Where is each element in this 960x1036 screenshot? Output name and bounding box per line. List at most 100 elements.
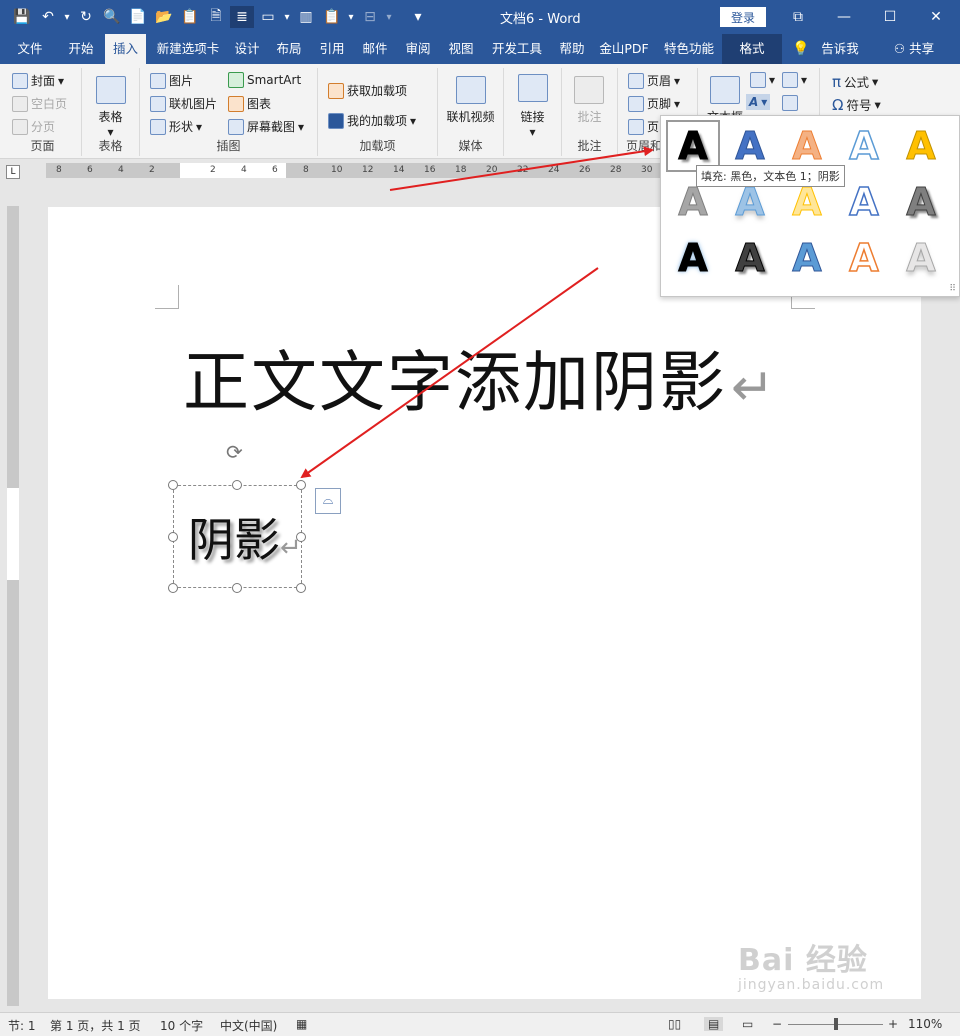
tab-file[interactable]: 文件 [6, 34, 54, 64]
textbox-text[interactable]: 阴影↵ [188, 504, 302, 570]
rotate-handle-icon[interactable]: ⟳ [226, 440, 243, 464]
wordart-style-option[interactable]: A [894, 120, 948, 172]
print-preview-icon[interactable]: 🔍 [100, 6, 124, 28]
ribbon-display-options-icon[interactable]: ⧉ [775, 0, 821, 34]
signature-line-button[interactable]: ▾ [782, 72, 807, 88]
macro-record-icon[interactable]: ▦ [296, 1017, 307, 1031]
wordart-textbox[interactable]: 阴影↵ [168, 480, 306, 593]
wordart-style-option[interactable]: A [666, 232, 720, 284]
tab-review[interactable]: 审阅 [399, 34, 437, 64]
redo-icon[interactable]: ↻ [74, 6, 98, 28]
share-button[interactable]: ⚇ 共享 [886, 34, 942, 64]
zoom-level[interactable]: 110% [908, 1017, 942, 1031]
resize-handle[interactable] [232, 583, 242, 593]
tab-new[interactable]: 新建选项卡 [150, 34, 226, 64]
columns-icon[interactable]: ▥ [294, 6, 318, 28]
save-icon[interactable]: 💾 [10, 6, 34, 28]
layout-options-icon[interactable]: ⌓ [315, 488, 341, 514]
read-mode-icon[interactable]: ≣ [230, 6, 254, 28]
word-count[interactable]: 10 个字 [160, 1017, 203, 1034]
tab-view[interactable]: 视图 [442, 34, 480, 64]
tab-wps-pdf[interactable]: 金山PDF [596, 34, 652, 64]
wordart-style-option[interactable]: A [894, 232, 948, 284]
link-button[interactable]: 链接 ▾ [504, 108, 561, 139]
wordart-style-option[interactable]: A [894, 176, 948, 228]
section-indicator[interactable]: 节: 1 [8, 1017, 36, 1034]
table-layout-dropdown-icon[interactable]: ▾ [384, 6, 394, 28]
tab-help[interactable]: 帮助 [553, 34, 591, 64]
table-layout-icon[interactable]: ⊟ [358, 6, 382, 28]
datetime-button[interactable] [782, 95, 798, 111]
page-indicator[interactable]: 第 1 页，共 1 页 [50, 1017, 141, 1034]
resize-handle[interactable] [296, 480, 306, 490]
tab-selector[interactable]: L [6, 165, 20, 179]
read-mode-icon[interactable]: ▯▯ [668, 1017, 681, 1031]
maximize-icon[interactable]: ☐ [867, 0, 913, 34]
draw-table-icon[interactable]: ▭ [256, 6, 280, 28]
undo-dropdown-icon[interactable]: ▾ [62, 6, 72, 28]
footer-button[interactable]: 页脚 ▾ [628, 95, 680, 112]
resize-handle[interactable] [296, 583, 306, 593]
tab-design[interactable]: 设计 [228, 34, 266, 64]
online-pictures-button[interactable]: 联机图片 [150, 95, 217, 112]
tab-references[interactable]: 引用 [313, 34, 351, 64]
minimize-icon[interactable]: — [821, 0, 867, 34]
screenshot-button[interactable]: 屏幕截图 ▾ [228, 118, 304, 135]
tab-features[interactable]: 特色功能 [660, 34, 718, 64]
body-paragraph[interactable]: 正文文字添加阴影↵ [183, 329, 777, 425]
tell-me-search[interactable]: 告诉我 [816, 34, 864, 64]
quick-parts-button[interactable]: ▾ [750, 72, 775, 88]
tab-developer[interactable]: 开发工具 [486, 34, 548, 64]
wordart-button[interactable]: A ▾ [746, 94, 771, 110]
tab-layout[interactable]: 布局 [270, 34, 308, 64]
resize-handle[interactable] [232, 480, 242, 490]
zoom-out-button[interactable]: − [772, 1017, 782, 1031]
wordart-style-option[interactable]: A [780, 232, 834, 284]
document-icon[interactable]: 🗎 [204, 6, 228, 28]
tab-format[interactable]: 格式 [722, 34, 782, 64]
get-addins-button[interactable]: 获取加载项 [328, 82, 407, 99]
document-page[interactable]: 正文文字添加阴影↵ ⟳ 阴影↵ ⌓ [48, 207, 921, 999]
new-document-icon[interactable]: 📄 [126, 6, 150, 28]
chart-button[interactable]: 图表 [228, 95, 271, 112]
draw-table-dropdown-icon[interactable]: ▾ [282, 6, 292, 28]
web-layout-icon[interactable]: ▭ [742, 1017, 753, 1031]
shapes-button[interactable]: 形状 ▾ [150, 118, 202, 135]
paste-icon[interactable]: 📋 [320, 6, 344, 28]
customize-qat-icon[interactable]: ▾ [406, 6, 430, 28]
my-addins-button[interactable]: 我的加载项 ▾ [328, 112, 416, 129]
print-layout-icon[interactable]: ▤ [704, 1017, 724, 1031]
table-button[interactable]: 表格 ▾ [82, 108, 139, 139]
close-icon[interactable]: ✕ [913, 0, 959, 34]
smartart-button[interactable]: SmartArt [228, 72, 301, 88]
login-button[interactable]: 登录 [720, 7, 766, 27]
tab-home[interactable]: 开始 [58, 34, 104, 64]
resize-handle[interactable] [168, 480, 178, 490]
wordart-style-option[interactable]: A [837, 120, 891, 172]
clipboard-icon[interactable]: 📋 [178, 6, 202, 28]
vertical-ruler[interactable] [7, 206, 19, 1006]
zoom-in-button[interactable]: + [888, 1017, 898, 1031]
paste-dropdown-icon[interactable]: ▾ [346, 6, 356, 28]
page-number-button[interactable]: 页 [628, 118, 659, 135]
resize-handle[interactable] [296, 532, 306, 542]
resize-grip-icon[interactable]: ⠿ [949, 284, 956, 294]
wordart-style-option[interactable]: A [837, 232, 891, 284]
online-video-button[interactable]: 联机视频 [438, 108, 503, 125]
zoom-slider-thumb[interactable] [834, 1018, 838, 1030]
resize-handle[interactable] [168, 532, 178, 542]
resize-handle[interactable] [168, 583, 178, 593]
wordart-style-option[interactable]: A [723, 232, 777, 284]
tab-mailings[interactable]: 邮件 [356, 34, 394, 64]
symbol-button[interactable]: Ω 符号 ▾ [832, 95, 881, 114]
pictures-button[interactable]: 图片 [150, 72, 193, 89]
header-button[interactable]: 页眉 ▾ [628, 72, 680, 89]
tab-insert[interactable]: 插入 [105, 34, 146, 64]
language-indicator[interactable]: 中文(中国) [220, 1017, 277, 1034]
blank-page-button[interactable]: 空白页 [12, 95, 67, 112]
page-break-button[interactable]: 分页 [12, 118, 55, 135]
wordart-style-option[interactable]: A [837, 176, 891, 228]
equation-button[interactable]: π 公式 ▾ [832, 72, 878, 91]
comment-button[interactable]: 批注 [562, 108, 617, 125]
undo-icon[interactable]: ↶ [36, 6, 60, 28]
